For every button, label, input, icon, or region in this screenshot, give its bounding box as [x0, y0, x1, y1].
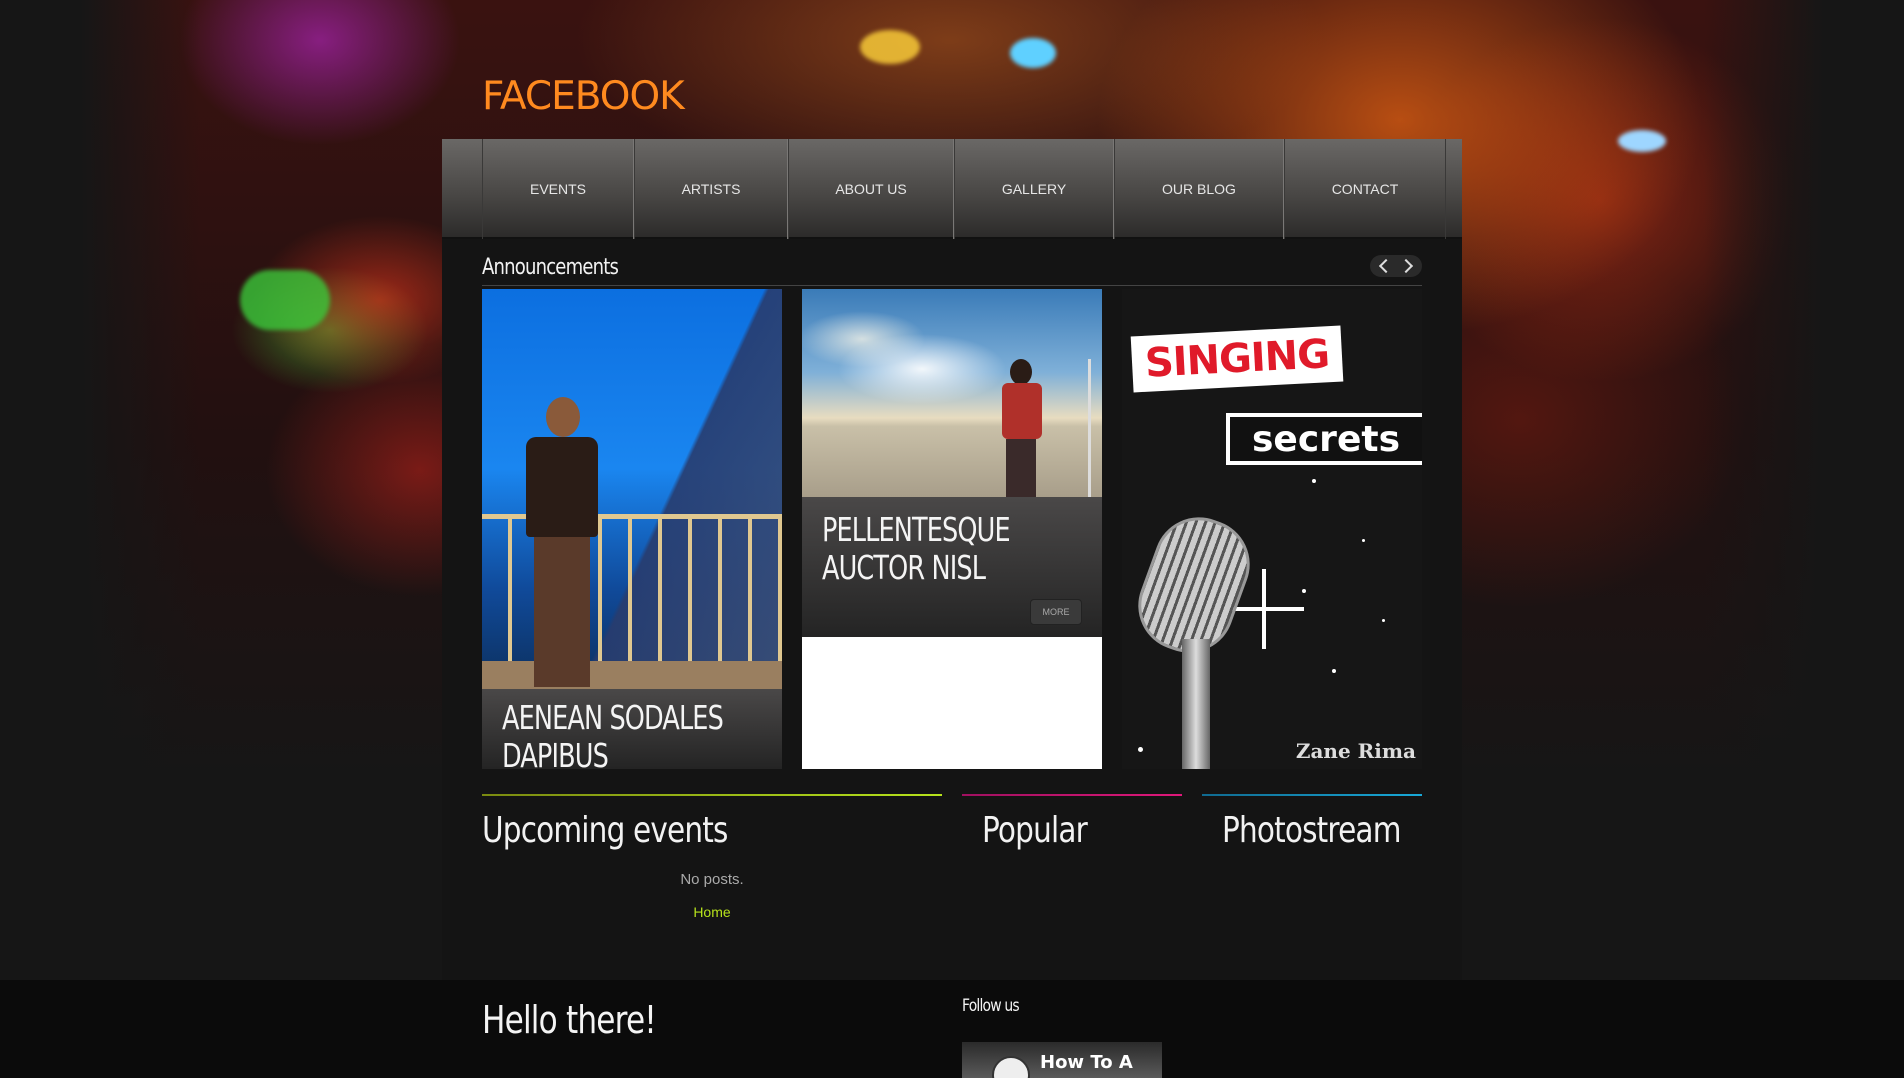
follow-us-heading: Follow us	[962, 996, 1020, 1016]
popular-section: Popular	[962, 794, 1182, 851]
signature-text: Zane Rima	[1295, 739, 1416, 763]
site-title[interactable]: FACEBOOK	[482, 74, 685, 119]
star-icon	[1382, 619, 1385, 622]
card-title[interactable]: AENEAN SODALES DAPIBUS	[502, 699, 782, 770]
person-figure	[508, 397, 612, 689]
card-title[interactable]: PELLENTESQUE AUCTOR NISL	[822, 511, 1028, 587]
footer: Hello there! Follow us How To A	[0, 980, 1904, 1078]
section-rule	[962, 794, 1182, 796]
microphone-stand	[1182, 639, 1210, 769]
star-icon	[1302, 589, 1306, 593]
announcements-header: Announcements	[482, 255, 1422, 286]
star-icon	[1362, 539, 1365, 542]
announcement-card[interactable]: SINGING secrets Zane Rima	[1122, 289, 1422, 769]
upcoming-events-heading: Upcoming events	[482, 810, 728, 851]
photostream-section: Photostream	[1202, 794, 1422, 851]
stage-light	[240, 270, 330, 330]
more-button[interactable]: MORE	[1030, 599, 1082, 625]
nav-about-us[interactable]: ABOUT US	[788, 139, 954, 239]
nav-contact[interactable]: CONTACT	[1284, 139, 1446, 239]
singing-sticker: SINGING	[1130, 325, 1344, 393]
announcement-card[interactable]: PELLENTESQUE AUCTOR NISL MORE	[802, 289, 1102, 769]
stage-light	[1010, 38, 1056, 68]
person-figure	[998, 359, 1044, 497]
hello-heading: Hello there!	[482, 998, 657, 1042]
chevron-right-icon[interactable]	[1398, 258, 1414, 274]
chevron-left-icon[interactable]	[1378, 258, 1394, 274]
announcements-heading: Announcements	[482, 255, 619, 280]
nav-gallery[interactable]: GALLERY	[954, 139, 1114, 239]
section-rule	[482, 794, 942, 796]
star-icon	[1332, 669, 1336, 673]
secrets-sticker: secrets	[1226, 413, 1422, 465]
sticker-text: SINGING	[1143, 331, 1331, 387]
home-link[interactable]: Home	[482, 904, 942, 920]
stage-light	[860, 30, 920, 64]
photostream-heading: Photostream	[1222, 810, 1401, 851]
main-nav: EVENTS ARTISTS ABOUT US GALLERY OUR BLOG…	[442, 139, 1462, 239]
video-title: How To A	[1040, 1052, 1133, 1073]
star-icon	[1138, 747, 1143, 752]
main-content: EVENTS ARTISTS ABOUT US GALLERY OUR BLOG…	[442, 139, 1462, 980]
stage-light	[1618, 130, 1666, 152]
card-caption: PELLENTESQUE AUCTOR NISL MORE	[802, 497, 1102, 637]
slider-controls	[1370, 255, 1422, 277]
video-thumbnail[interactable]: How To A	[962, 1042, 1162, 1078]
nav-our-blog[interactable]: OUR BLOG	[1114, 139, 1284, 239]
card-photo	[482, 289, 782, 694]
popular-heading: Popular	[982, 810, 1088, 851]
announcement-card[interactable]: AENEAN SODALES DAPIBUS	[482, 289, 782, 769]
star-icon	[1312, 479, 1316, 483]
upcoming-events-section: Upcoming events No posts. Home	[482, 794, 942, 920]
pole	[1088, 359, 1091, 497]
announcement-carousel: AENEAN SODALES DAPIBUS PELLENTESQUE AUCT…	[482, 289, 1422, 769]
section-rule	[1202, 794, 1422, 796]
nav-artists[interactable]: ARTISTS	[634, 139, 788, 239]
card-photo	[802, 289, 1102, 497]
card-caption: AENEAN SODALES DAPIBUS	[482, 689, 782, 769]
channel-avatar	[992, 1056, 1030, 1078]
nav-events[interactable]: EVENTS	[482, 139, 634, 239]
sticker-text: secrets	[1252, 418, 1400, 460]
no-posts-text: No posts.	[680, 871, 744, 888]
